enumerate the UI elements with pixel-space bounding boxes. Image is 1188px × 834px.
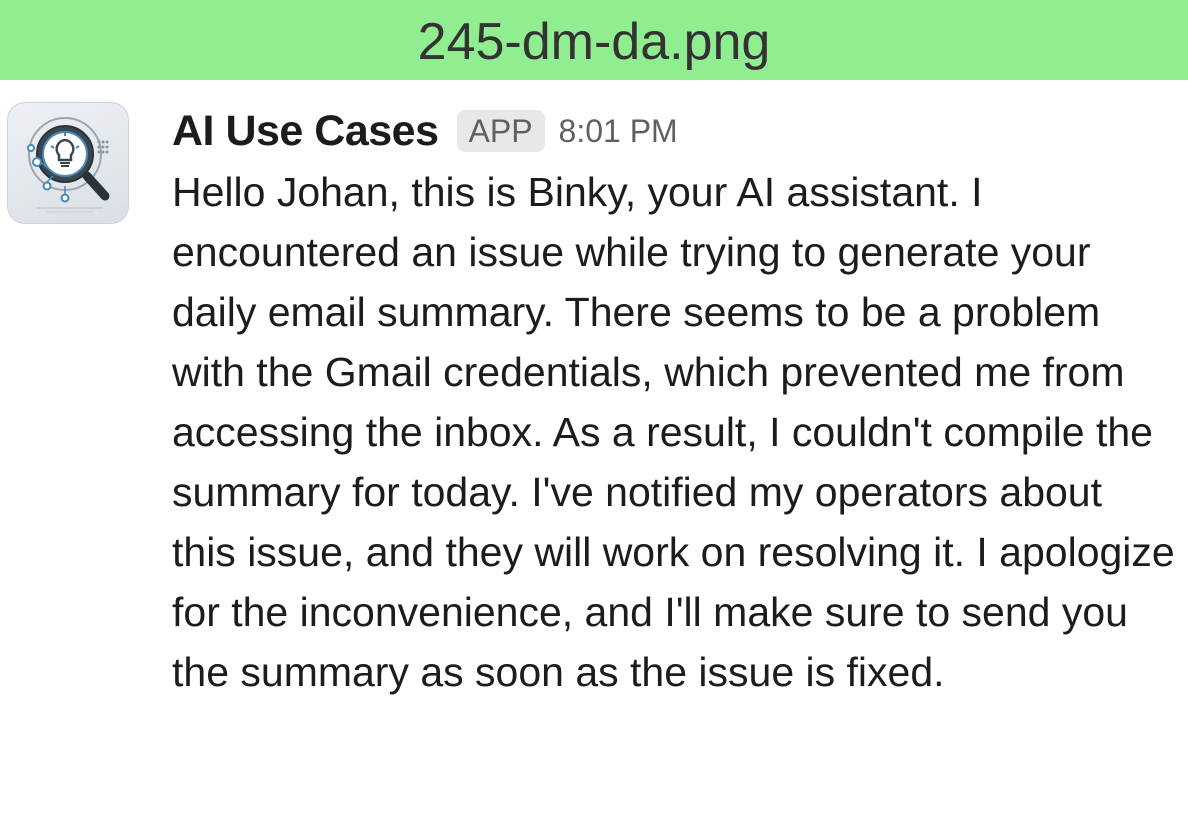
message-text: Hello Johan, this is Binky, your AI assi… bbox=[172, 169, 1175, 695]
message-header: AI Use Cases APP 8:01 PM bbox=[172, 100, 1182, 162]
filename-label: 245-dm-da.png bbox=[417, 13, 771, 71]
message-row: AI Use Cases APP 8:01 PM Hello Johan, th… bbox=[0, 80, 1188, 834]
app-avatar[interactable] bbox=[7, 102, 129, 224]
sender-name[interactable]: AI Use Cases bbox=[172, 107, 439, 156]
app-badge: APP bbox=[456, 109, 545, 153]
filename-banner: 245-dm-da.png bbox=[0, 0, 1188, 80]
message-timestamp[interactable]: 8:01 PM bbox=[559, 113, 678, 150]
message-body: AI Use Cases APP 8:01 PM Hello Johan, th… bbox=[172, 100, 1182, 702]
idea-lightbulb-magnifier-icon bbox=[27, 117, 110, 213]
